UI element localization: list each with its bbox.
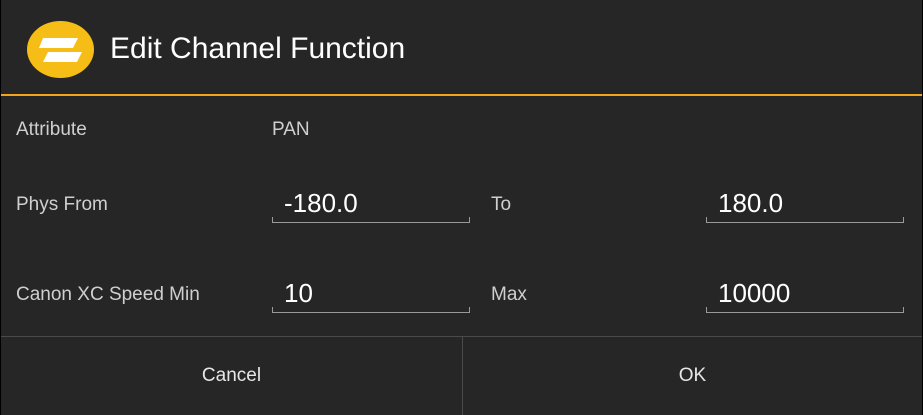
phys-from-field[interactable] <box>272 187 470 223</box>
phys-to-label: To <box>491 194 512 215</box>
ok-button[interactable]: OK <box>463 337 922 415</box>
phys-from-input[interactable] <box>284 187 466 219</box>
phys-from-label: Phys From <box>16 194 108 215</box>
dialog-header: Edit Channel Function <box>1 0 922 96</box>
speed-min-field[interactable] <box>272 277 470 313</box>
speed-min-input[interactable] <box>284 277 466 309</box>
speed-min-label: Canon XC Speed Min <box>16 284 200 305</box>
brand-logo-icon <box>27 21 94 78</box>
attribute-value: PAN <box>272 119 310 140</box>
phys-to-field[interactable] <box>706 187 904 223</box>
edit-channel-function-dialog: Edit Channel Function Attribute PAN Phys… <box>1 0 922 415</box>
attribute-label: Attribute <box>16 119 87 140</box>
speed-max-input[interactable] <box>718 277 900 309</box>
speed-max-field[interactable] <box>706 277 904 313</box>
phys-to-input[interactable] <box>718 187 900 219</box>
dialog-footer: Cancel OK <box>1 336 922 415</box>
cancel-button[interactable]: Cancel <box>1 337 463 415</box>
speed-max-label: Max <box>491 284 527 305</box>
dialog-title: Edit Channel Function <box>110 32 406 65</box>
